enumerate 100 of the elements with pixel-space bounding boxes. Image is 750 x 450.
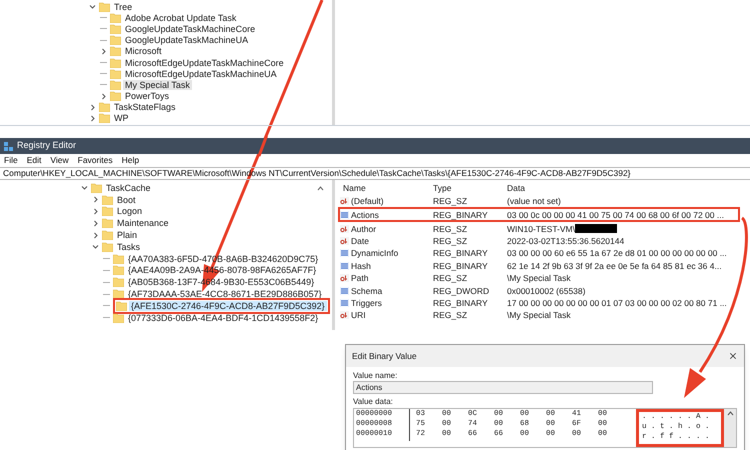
- tree-item[interactable]: Logon: [115, 206, 144, 216]
- folder-icon: [110, 68, 121, 79]
- value-data: WIN10-TEST-VM\: [507, 224, 576, 234]
- folder-icon: [102, 206, 113, 216]
- folder-icon: [102, 230, 113, 240]
- scroll-up-icon[interactable]: [726, 411, 734, 416]
- value-name[interactable]: Actions: [351, 210, 379, 220]
- tree-item[interactable]: MicrosoftEdgeUpdateTaskMachineCore: [123, 58, 286, 68]
- folder-icon: [99, 2, 110, 12]
- tree-item[interactable]: MicrosoftEdgeUpdateTaskMachineUA: [123, 68, 279, 79]
- chevron-icon[interactable]: [92, 243, 99, 250]
- value-name[interactable]: Date: [351, 236, 369, 246]
- scrollbar[interactable]: [724, 409, 736, 447]
- menu-item[interactable]: Favorites: [78, 154, 113, 167]
- chevron-icon[interactable]: [89, 114, 96, 122]
- column-header[interactable]: Type: [433, 182, 507, 195]
- folder-icon: [110, 12, 121, 23]
- tree-item[interactable]: PowerToys: [123, 91, 172, 102]
- folder-icon: [110, 91, 121, 102]
- dialog-title: Edit Binary Value: [352, 350, 417, 362]
- folder-icon: [99, 113, 110, 124]
- tree-connector: [100, 17, 107, 18]
- tree-item[interactable]: GoogleUpdateTaskMachineCore: [123, 24, 258, 34]
- tree-item[interactable]: Tasks: [115, 242, 142, 252]
- value-name[interactable]: URI: [351, 310, 366, 320]
- tree-connector: [103, 270, 110, 271]
- value-name[interactable]: Path: [351, 273, 368, 284]
- chevron-icon[interactable]: [92, 232, 99, 239]
- chevron-icon[interactable]: [92, 196, 99, 204]
- tree-item[interactable]: GoogleUpdateTaskMachineUA: [123, 35, 250, 46]
- column-header[interactable]: Name: [338, 182, 433, 195]
- value-type: REG_SZ: [433, 224, 468, 234]
- chevron-icon[interactable]: [100, 48, 107, 55]
- folder-icon: [116, 300, 127, 311]
- string-value-icon: [340, 236, 349, 245]
- chevron-icon[interactable]: [81, 184, 88, 192]
- value-data: 03 00 00 00 60 e6 55 1a 67 2e d8 01 00 00 00 00 00 00 ...: [507, 248, 727, 258]
- folder-icon: [110, 58, 121, 68]
- value-data: 03 00 0c 00 00 00 41 00 75 00 74 00 68 00 6f 00 72 00 ...: [507, 210, 724, 220]
- value-type: REG_BINARY: [433, 248, 489, 258]
- column-header[interactable]: Data: [507, 182, 740, 195]
- folder-icon: [113, 277, 124, 288]
- tree-connector: [100, 73, 107, 74]
- value-data: \My Special Task: [507, 273, 571, 284]
- tree-item[interactable]: Microsoft: [123, 46, 164, 56]
- tree-item[interactable]: TaskStateFlags: [112, 102, 178, 112]
- tree-connector: [103, 282, 110, 283]
- folder-icon: [91, 182, 102, 193]
- menu-item[interactable]: Edit: [26, 154, 42, 167]
- tree-item[interactable]: My Special Task: [123, 80, 192, 90]
- field-label: Value data:: [353, 396, 394, 408]
- chevron-icon[interactable]: [92, 220, 99, 227]
- menu-item[interactable]: Help: [122, 154, 140, 167]
- menu-item[interactable]: File: [4, 154, 18, 167]
- value-type: REG_SZ: [433, 236, 468, 246]
- binary-value-icon: [340, 210, 349, 219]
- tree-item[interactable]: Adobe Acrobat Update Task: [123, 12, 238, 23]
- tree-item[interactable]: {AF73DAAA-53AE-4CC8-8671-BE29D886B057}: [126, 289, 324, 300]
- tree-item[interactable]: {077333D6-06BA-4EA4-BDF4-1CD1439558F2}: [126, 312, 320, 323]
- value-name[interactable]: Schema: [351, 286, 382, 296]
- tree-item[interactable]: Boot: [115, 194, 138, 205]
- folder-icon: [110, 46, 121, 56]
- value-type: REG_SZ: [433, 310, 468, 320]
- binary-value-icon: [340, 249, 349, 258]
- chevron-icon[interactable]: [100, 92, 107, 100]
- tree-connector: [103, 258, 110, 260]
- folder-icon: [110, 80, 121, 90]
- value-name[interactable]: (Default): [351, 196, 384, 206]
- window-title: Registry Editor: [17, 139, 76, 152]
- tree-item[interactable]: TaskCache: [104, 182, 153, 193]
- folder-icon: [113, 265, 124, 276]
- folder-icon: [113, 312, 124, 323]
- folder-icon: [102, 242, 113, 252]
- tree-item[interactable]: {AFE1530C-2746-4F9C-ACD8-AB27F9D5C392}: [129, 300, 327, 311]
- value-name[interactable]: DynamicInfo: [351, 248, 398, 258]
- value-data: (value not set): [507, 196, 561, 206]
- binary-value-icon: [340, 262, 349, 270]
- chevron-icon[interactable]: [92, 208, 99, 215]
- chevron-icon[interactable]: [89, 3, 96, 10]
- tree-item[interactable]: Plain: [115, 230, 140, 240]
- value-data: \My Special Task: [507, 310, 571, 320]
- close-icon[interactable]: [728, 351, 738, 361]
- binary-value-icon: [340, 298, 349, 307]
- value-name[interactable]: Hash: [351, 260, 371, 271]
- menu-item[interactable]: View: [50, 154, 69, 167]
- binary-value-icon: [340, 286, 349, 295]
- value-name[interactable]: Triggers: [351, 298, 382, 308]
- tree-connector: [103, 317, 110, 318]
- scroll-up-icon[interactable]: [317, 186, 324, 191]
- tree-item[interactable]: Maintenance: [115, 218, 171, 228]
- value-name[interactable]: Author: [351, 224, 376, 234]
- folder-icon: [102, 194, 113, 205]
- chevron-icon[interactable]: [89, 104, 96, 111]
- value-type: REG_SZ: [433, 196, 468, 206]
- folder-icon: [110, 35, 121, 46]
- tree-item[interactable]: WP: [112, 113, 130, 124]
- tree-connector: [103, 305, 110, 306]
- folder-icon: [110, 24, 121, 34]
- value-name-field[interactable]: Actions: [353, 381, 653, 394]
- tree-item[interactable]: Tree: [112, 2, 134, 12]
